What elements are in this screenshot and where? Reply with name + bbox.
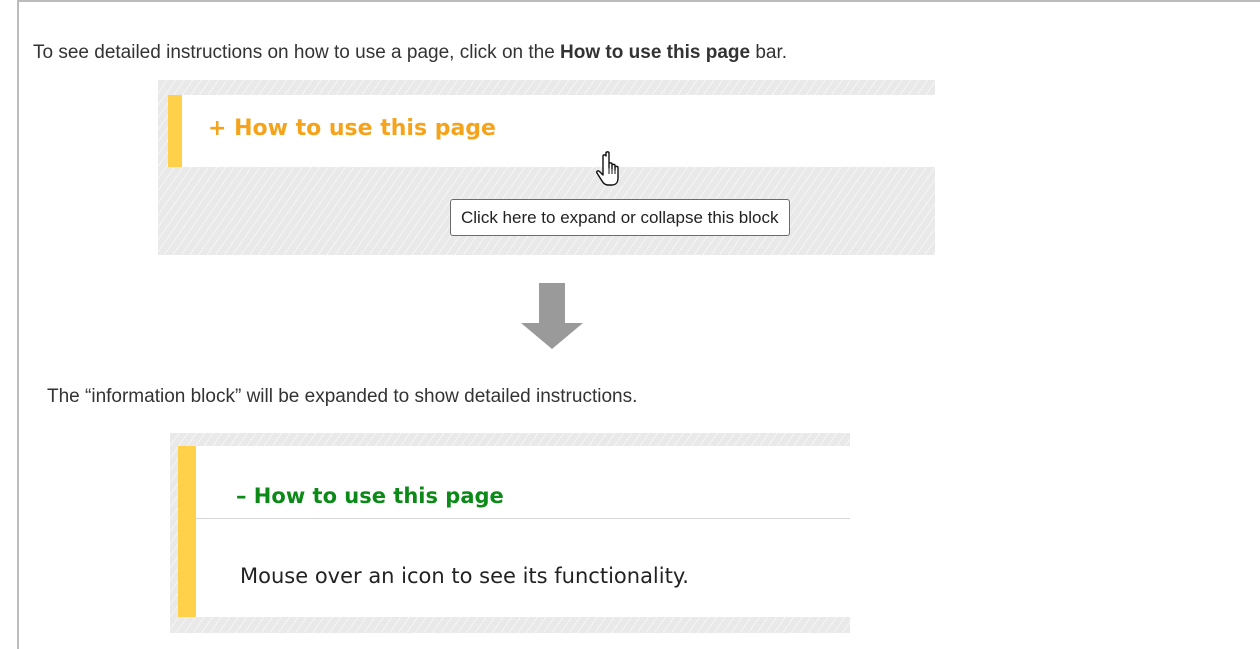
expanded-block-screenshot: – How to use this page Mouse over an ico… <box>170 433 850 633</box>
how-to-use-bar-title[interactable]: + How to use this page <box>208 116 496 141</box>
intro-text: To see detailed instructions on how to u… <box>33 42 787 64</box>
intro-text-after: bar. <box>750 42 788 63</box>
information-block-body: Mouse over an icon to see its functional… <box>240 564 689 588</box>
intro-text-before: To see detailed instructions on how to u… <box>33 42 561 63</box>
information-block-title[interactable]: – How to use this page <box>236 484 504 508</box>
hand-pointer-icon <box>596 151 619 186</box>
intro-text-bold: How to use this page <box>560 42 751 63</box>
down-arrow-icon <box>521 283 583 349</box>
information-block-header[interactable] <box>196 446 850 519</box>
collapsed-block-screenshot: + How to use this page Click here to exp… <box>158 80 935 255</box>
information-block: – How to use this page Mouse over an ico… <box>178 446 850 617</box>
expand-collapse-tooltip: Click here to expand or collapse this bl… <box>450 199 790 236</box>
outro-text: The “information block” will be expanded… <box>47 386 638 407</box>
